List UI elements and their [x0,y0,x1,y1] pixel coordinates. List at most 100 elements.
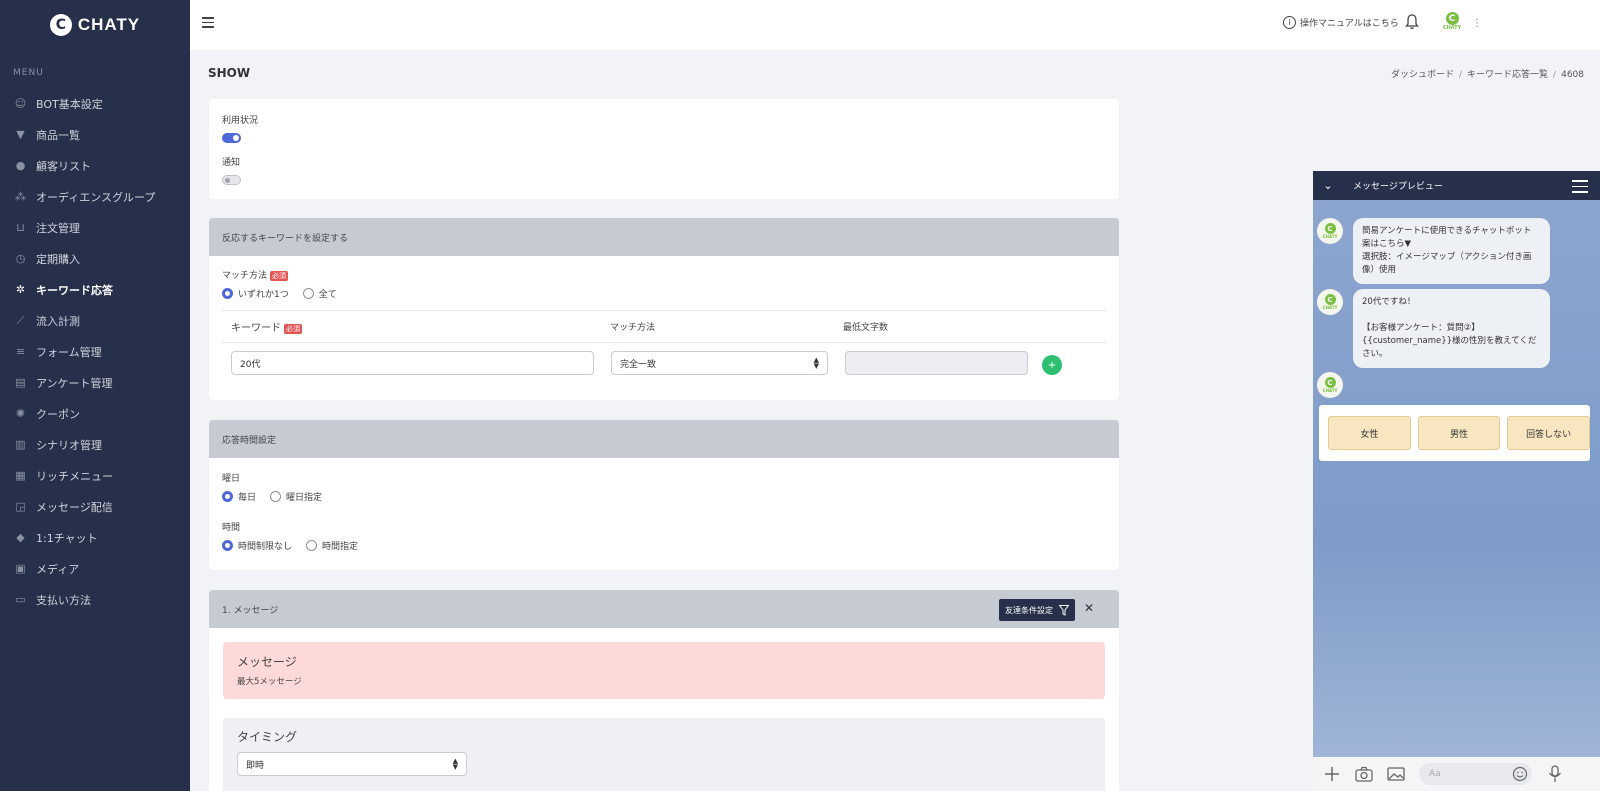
sidebar-item-4[interactable]: ⊔ 注文管理 [0,212,190,243]
sidebar-item-5[interactable]: ◷ 定期購入 [0,243,190,274]
choice-no-answer-button[interactable]: 回答しない [1507,416,1591,450]
bell-icon[interactable] [1405,14,1419,30]
gear-icon: ✲ [15,283,26,296]
keyword-input[interactable]: 20代 [231,351,594,375]
usage-toggle[interactable] [222,133,241,143]
sidebar-item-label: 注文管理 [36,221,80,235]
keyword-row: 20代 完全一致 ▲ ▼ + [222,343,1106,385]
status-card: 利用状況 通知 [209,99,1119,199]
chevron-down-icon[interactable]: ⌄ [1313,179,1343,192]
response-time-heading: 応答時間設定 [209,420,1119,458]
info-icon: i [1283,16,1296,29]
choice-female-button[interactable]: 女性 [1328,416,1411,450]
camera-icon[interactable] [1355,765,1373,783]
image-icon[interactable] [1387,765,1405,783]
sidebar-item-label: メディア [36,562,80,576]
friend-filter-button[interactable]: 友達条件設定 [999,599,1075,621]
help-link[interactable]: i 操作マニュアルはこちら [1283,16,1399,29]
keyword-card: 反応するキーワードを設定する マッチ方法 必須 いずれか1つ 全て キーワード 必須… [209,218,1119,400]
grid-icon: ▦ [15,469,26,482]
broadcast-icon: ◲ [15,500,26,513]
message-preview-panel: ⌄ メッセージプレビュー C CHATY 簡易アンケートに使用できるチャットボット… [1313,171,1600,791]
match-any-radio[interactable]: いずれか1つ [222,287,289,300]
sidebar-item-6[interactable]: ✲ キーワード応答 [0,274,190,305]
sidebar-item-11[interactable]: ▥ シナリオ管理 [0,429,190,460]
sidebar-item-9[interactable]: ▤ アンケート管理 [0,367,190,398]
sidebar-item-2[interactable]: ● 顧客リスト [0,150,190,181]
emoji-icon[interactable] [1512,766,1528,782]
menu-heading: MENU [13,68,44,78]
plus-icon[interactable] [1323,765,1341,783]
topbar: i 操作マニュアルはこちら C CHATY ⋮ [190,0,1600,50]
keyword-table-header: キーワード 必須 マッチ方法 最低文字数 [222,310,1106,343]
sidebar-item-13[interactable]: ◲ メッセージ配信 [0,491,190,522]
notify-label: 通知 [222,158,241,168]
form-icon: ≡ [15,345,26,358]
preview-header: ⌄ メッセージプレビュー [1313,171,1600,200]
sidebar-item-3[interactable]: ⁂ オーディエンスグループ [0,181,190,212]
breadcrumb-dashboard[interactable]: ダッシュボード [1391,70,1454,80]
sidebar-item-label: クーポン [36,407,80,421]
message-limit-alert: メッセージ 最大5メッセージ [223,642,1105,699]
sidebar-item-0[interactable]: ☺ BOT基本設定 [0,88,190,119]
robot-icon: ☺ [14,97,27,110]
day-options: 毎日 曜日指定 [222,490,1106,503]
close-icon[interactable]: ✕ [1084,601,1094,615]
sidebar-item-label: 定期購入 [36,252,80,266]
menu-icon[interactable] [1572,180,1588,197]
timing-select[interactable]: 即時 ▲ ▼ [237,752,467,776]
sidebar-item-label: オーディエンスグループ [36,190,156,204]
sidebar-item-12[interactable]: ▦ リッチメニュー [0,460,190,491]
min-chars-input[interactable] [845,351,1028,375]
match-select[interactable]: 完全一致 ▲ ▼ [611,351,828,375]
sidebar-item-label: BOT基本設定 [36,97,103,111]
avatar-logo-icon: C [1445,12,1459,25]
cart-icon: ⊔ [16,221,25,234]
preview-message-input[interactable]: Aa [1419,763,1532,785]
no-time-limit-radio[interactable]: 時間制限なし [222,539,292,552]
sidebar-item-label: メッセージ配信 [36,500,113,514]
shirt-icon: ▼ [16,128,25,141]
microphone-icon[interactable] [1546,765,1564,783]
sidebar-item-1[interactable]: ▼ 商品一覧 [0,119,190,150]
sidebar-item-label: 商品一覧 [36,128,80,142]
sidebar-item-label: アンケート管理 [36,376,113,390]
user-avatar[interactable]: C CHATY [1440,12,1464,36]
notify-toggle[interactable] [222,175,241,185]
sidebar-item-label: 支払い方法 [36,593,91,607]
sidebar-item-label: シナリオ管理 [36,438,102,452]
chart-icon: ⟋ [16,313,25,327]
sidebar-item-14[interactable]: ◆ 1:1チャット [0,522,190,553]
sidebar-item-10[interactable]: ✺ クーポン [0,398,190,429]
sidebar-item-7[interactable]: ⟋ 流入計測 [0,305,190,336]
clock-icon: ◷ [15,252,26,265]
media-icon: ▣ [15,562,26,575]
sidebar-item-label: フォーム管理 [36,345,102,359]
add-keyword-button[interactable]: + [1042,355,1062,375]
message-bubble: 20代ですね！ 【お客様アンケート：質問②】 {{customer_name}}様の… [1353,289,1550,368]
breadcrumb: ダッシュボード / キーワード応答一覧/4608 [1390,70,1584,80]
hamburger-icon[interactable] [202,17,214,28]
message-card-heading: 1. メッセージ 友達条件設定 ✕ [209,590,1119,628]
coupon-icon: ✺ [15,407,26,420]
breadcrumb-keyword-list[interactable]: キーワード応答一覧 [1467,70,1548,80]
logo[interactable]: C CHATY [0,0,190,50]
sidebar-item-8[interactable]: ≡ フォーム管理 [0,336,190,367]
specific-time-radio[interactable]: 時間指定 [306,539,358,552]
card-icon: ▭ [15,593,26,606]
sidebar-item-16[interactable]: ▭ 支払い方法 [0,584,190,615]
book-icon: ▥ [15,438,26,451]
specific-day-radio[interactable]: 曜日指定 [270,490,322,503]
more-icon[interactable]: ⋮ [1472,18,1482,29]
bot-avatar: C CHATY [1317,372,1343,398]
time-options: 時間制限なし 時間指定 [222,539,1106,552]
choice-male-button[interactable]: 男性 [1417,416,1501,450]
bot-avatar: C CHATY [1317,289,1343,315]
everyday-radio[interactable]: 毎日 [222,490,256,503]
sidebar-item-15[interactable]: ▣ メディア [0,553,190,584]
usage-label: 利用状況 [222,116,259,126]
match-all-radio[interactable]: 全て [302,287,337,300]
alert-title: メッセージ [237,655,297,669]
response-time-card: 応答時間設定 曜日 毎日 曜日指定 時間 時間制限なし 時間指定 [209,420,1119,570]
help-label: 操作マニュアルはこちら [1300,19,1399,29]
